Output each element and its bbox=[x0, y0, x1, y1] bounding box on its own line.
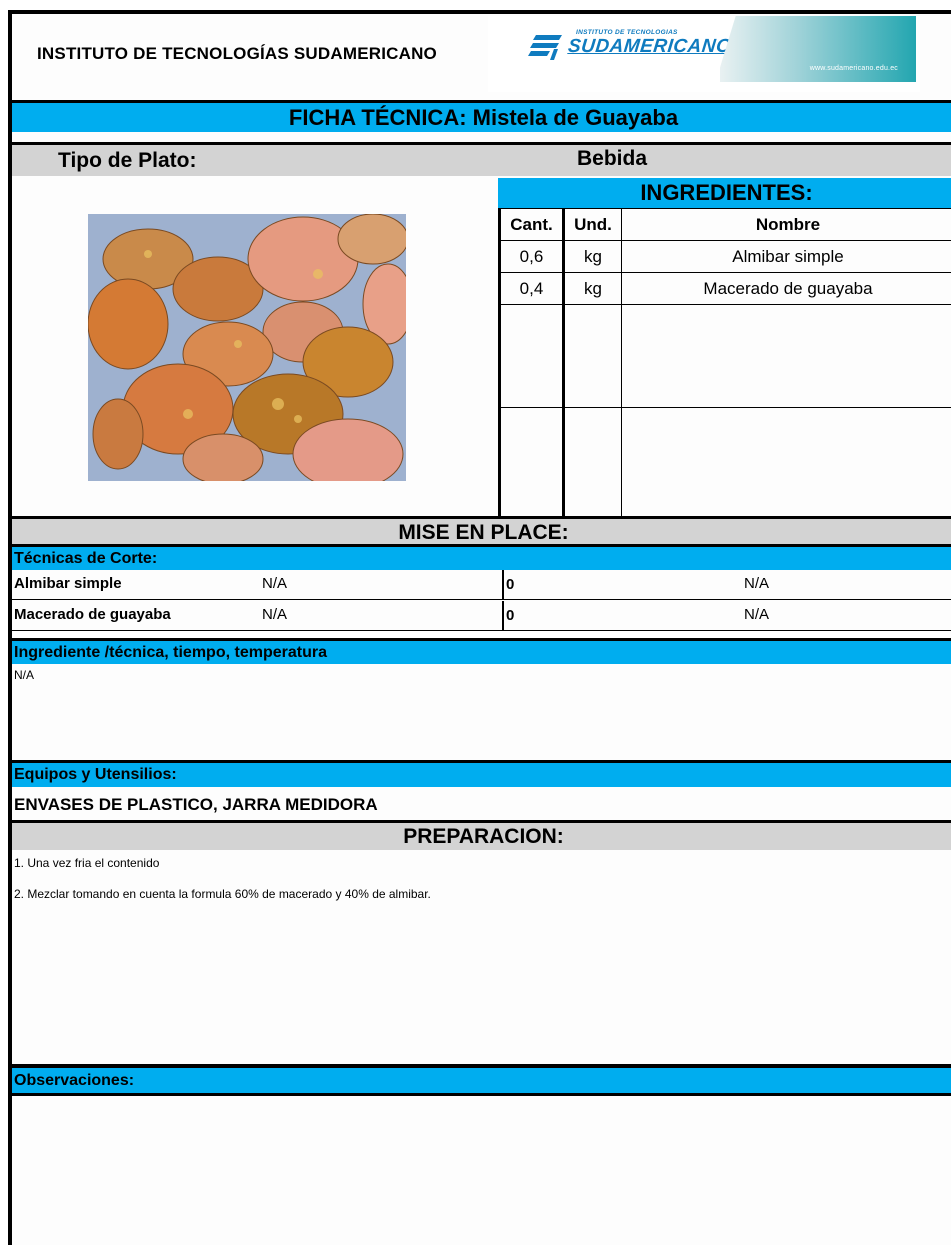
cut-item-c3: 0 bbox=[502, 601, 514, 631]
table-row-empty bbox=[498, 304, 951, 409]
observations-label: Observaciones: bbox=[12, 1064, 951, 1096]
cut-item-c4: N/A bbox=[744, 606, 770, 623]
ingredient-name: Almibar simple bbox=[621, 240, 951, 274]
col-qty-header: Cant. bbox=[498, 207, 564, 242]
dish-type-row: Tipo de Plato: Bebida bbox=[12, 142, 951, 176]
cut-row: Macerado de guayaba N/A 0 N/A bbox=[12, 601, 951, 631]
ingredient-qty: 0,6 bbox=[498, 240, 564, 274]
ingredients-table: Cant. Und. Nombre 0,6 kg Almibar simple … bbox=[498, 207, 951, 518]
logo-tagline: INSTITUTO DE TECNOLOGIAS bbox=[576, 29, 678, 36]
preparation-title: PREPARACION: bbox=[12, 820, 951, 850]
preparation-step: 2. Mezclar tomando en cuenta la formula … bbox=[14, 887, 431, 901]
ingredient-unit: kg bbox=[562, 272, 622, 306]
logo-banner: www.sudamericano.edu.ec bbox=[720, 16, 916, 82]
cut-item-c2: N/A bbox=[262, 575, 288, 592]
col-name-header: Nombre bbox=[621, 207, 951, 242]
dish-type-label: Tipo de Plato: bbox=[58, 149, 197, 172]
cut-item-c2: N/A bbox=[262, 606, 288, 623]
cut-item-name: Macerado de guayaba bbox=[14, 606, 171, 623]
table-row-empty bbox=[498, 407, 951, 518]
institute-name: INSTITUTO DE TECNOLOGÍAS SUDAMERICANO bbox=[37, 44, 437, 63]
logo-mark-icon bbox=[528, 35, 562, 60]
guava-photo bbox=[88, 214, 406, 481]
equipment-label: Equipos y Utensilios: bbox=[12, 760, 951, 787]
cut-item-c4: N/A bbox=[744, 575, 770, 592]
table-row: 0,4 kg Macerado de guayaba bbox=[498, 272, 951, 306]
logo-url: www.sudamericano.edu.ec bbox=[809, 65, 898, 72]
cut-item-c3: 0 bbox=[502, 570, 514, 600]
ingredient-qty: 0,4 bbox=[498, 272, 564, 306]
technique-label: Ingrediente /técnica, tiempo, temperatur… bbox=[12, 638, 951, 664]
dish-type-value: Bebida bbox=[577, 147, 648, 170]
page-title: FICHA TÉCNICA: Mistela de Guayaba bbox=[12, 100, 951, 132]
guava-image bbox=[88, 214, 406, 481]
technique-text: N/A bbox=[14, 668, 35, 682]
equipment-text: ENVASES DE PLASTICO, JARRA MEDIDORA bbox=[14, 795, 378, 814]
ingredient-unit: kg bbox=[562, 240, 622, 274]
col-unit-header: Und. bbox=[562, 207, 622, 242]
ingredients-title: INGREDIENTES: bbox=[498, 178, 951, 208]
table-row: 0,6 kg Almibar simple bbox=[498, 240, 951, 274]
institute-logo: INSTITUTO DE TECNOLOGIAS SUDAMERICANO ww… bbox=[488, 16, 920, 92]
ingredient-name: Macerado de guayaba bbox=[621, 272, 951, 306]
mise-en-place-title: MISE EN PLACE: bbox=[12, 516, 951, 546]
preparation-step: 1. Una vez fria el contenido bbox=[14, 856, 160, 870]
logo-wordmark: SUDAMERICANO bbox=[566, 36, 733, 57]
cut-row: Almibar simple N/A 0 N/A bbox=[12, 570, 951, 600]
recipe-sheet: INSTITUTO DE TECNOLOGÍAS SUDAMERICANO IN… bbox=[8, 10, 951, 1245]
cut-item-name: Almibar simple bbox=[14, 575, 122, 592]
ingredients-header-row: Cant. Und. Nombre bbox=[498, 207, 951, 242]
cut-techniques-label: Técnicas de Corte: bbox=[12, 544, 951, 570]
